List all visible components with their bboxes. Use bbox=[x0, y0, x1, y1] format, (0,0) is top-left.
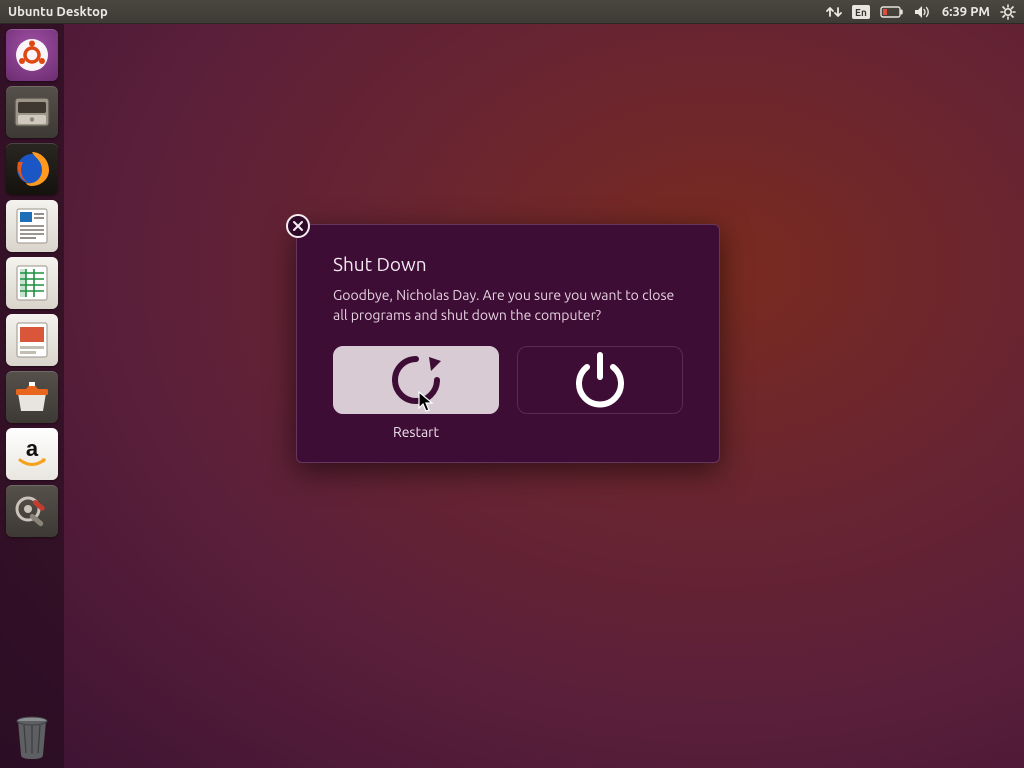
software-center-icon bbox=[12, 379, 52, 415]
network-indicator[interactable] bbox=[826, 5, 842, 19]
network-icon bbox=[826, 5, 842, 19]
launcher-item-trash[interactable] bbox=[6, 710, 58, 762]
restart-label: Restart bbox=[333, 424, 499, 440]
restart-button[interactable] bbox=[333, 346, 499, 414]
gear-icon bbox=[1000, 4, 1016, 20]
impress-icon bbox=[14, 320, 50, 360]
sound-indicator[interactable] bbox=[914, 5, 932, 19]
calc-icon bbox=[14, 263, 50, 303]
clock-text: 6:39 PM bbox=[942, 5, 990, 19]
language-indicator[interactable]: En bbox=[852, 5, 870, 19]
volume-icon bbox=[914, 5, 932, 19]
top-menubar: Ubuntu Desktop En 6:39 PM bbox=[0, 0, 1024, 24]
firefox-icon bbox=[11, 148, 53, 190]
dialog-close-button[interactable] bbox=[286, 214, 310, 238]
amazon-icon: a bbox=[12, 434, 52, 474]
svg-text:a: a bbox=[26, 436, 39, 461]
dialog-message: Goodbye, Nicholas Day. Are you sure you … bbox=[333, 285, 683, 326]
launcher-item-files[interactable] bbox=[6, 86, 58, 138]
file-manager-icon bbox=[12, 95, 52, 129]
shutdown-dialog: Shut Down Goodbye, Nicholas Day. Are you… bbox=[296, 224, 720, 463]
session-indicator[interactable] bbox=[1000, 4, 1016, 20]
dialog-actions: Restart Shut Down bbox=[333, 346, 683, 440]
launcher-item-writer[interactable] bbox=[6, 200, 58, 252]
ubuntu-logo-icon bbox=[14, 37, 50, 73]
launcher-item-impress[interactable] bbox=[6, 314, 58, 366]
restart-icon bbox=[383, 347, 449, 413]
launcher-item-calc[interactable] bbox=[6, 257, 58, 309]
shutdown-button[interactable] bbox=[517, 346, 683, 414]
trash-icon bbox=[9, 711, 55, 761]
dialog-title: Shut Down bbox=[333, 253, 683, 275]
writer-icon bbox=[14, 206, 50, 246]
launcher-item-dash[interactable] bbox=[6, 29, 58, 81]
close-icon bbox=[292, 220, 304, 232]
launcher-item-software[interactable] bbox=[6, 371, 58, 423]
active-app-title: Ubuntu Desktop bbox=[8, 5, 108, 19]
launcher-item-firefox[interactable] bbox=[6, 143, 58, 195]
settings-icon bbox=[12, 491, 52, 531]
battery-icon bbox=[880, 6, 904, 18]
power-icon bbox=[567, 347, 633, 413]
launcher-item-amazon[interactable]: a bbox=[6, 428, 58, 480]
language-badge-icon: En bbox=[852, 5, 870, 19]
clock-indicator[interactable]: 6:39 PM bbox=[942, 5, 990, 19]
launcher-item-settings[interactable] bbox=[6, 485, 58, 537]
battery-indicator[interactable] bbox=[880, 6, 904, 18]
launcher: a bbox=[0, 24, 64, 768]
